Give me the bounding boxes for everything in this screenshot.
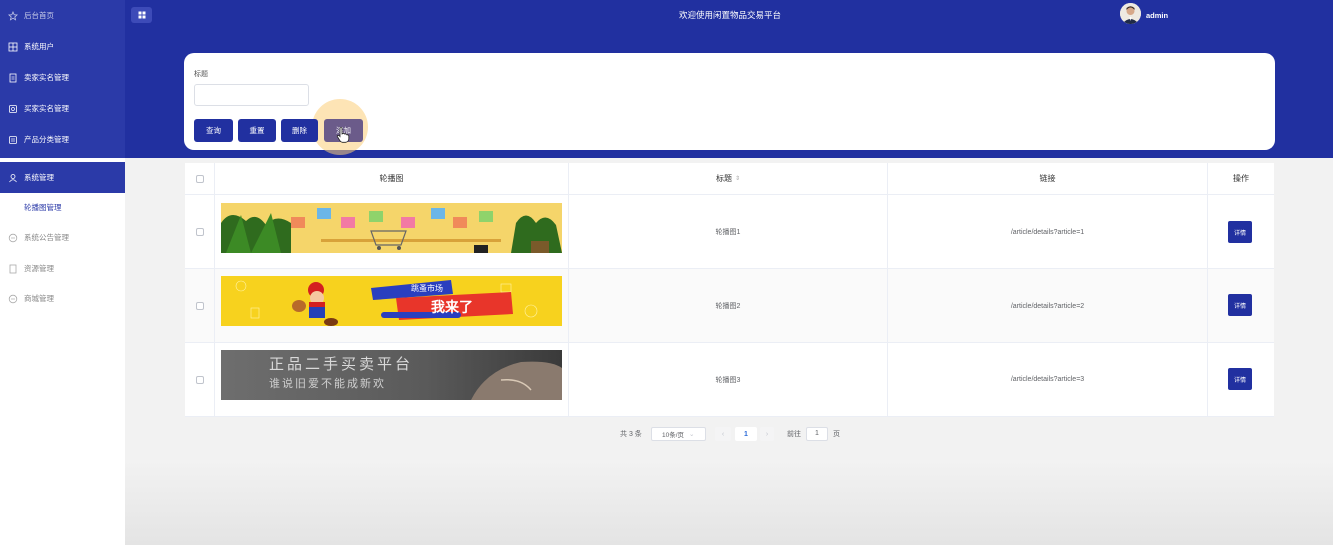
site-title: 欢迎使用闲置物品交易平台 — [678, 10, 781, 20]
chevron-left-icon: ‹ — [721, 430, 725, 438]
banner-big-text: 我来了 — [431, 300, 473, 316]
shopping-cart-banner — [221, 203, 562, 253]
sidebar-item-home[interactable]: 后台首页 — [0, 0, 125, 31]
reset-button[interactable]: 重置 — [238, 119, 276, 142]
prev-page-button[interactable]: ‹ — [715, 427, 731, 441]
hand-cursor-icon — [336, 127, 350, 143]
sidebar-item-buyer-verify[interactable]: 买家实名管理 — [0, 93, 125, 124]
sidebar-item-resources[interactable]: 资源管理 — [0, 253, 125, 284]
chevron-down-icon: ⌄ — [689, 431, 695, 438]
title-label: 标题 — [194, 71, 208, 78]
chevron-right-icon: › — [765, 430, 769, 438]
query-button[interactable]: 查询 — [194, 119, 233, 142]
doc-icon — [8, 104, 18, 114]
sidebar-item-system[interactable]: 系统管理 — [0, 162, 125, 193]
star-icon — [8, 10, 18, 21]
row-checkbox[interactable] — [195, 376, 204, 384]
select-all-header[interactable] — [185, 163, 215, 195]
sidebar-item-mall[interactable]: 商城管理 — [0, 283, 125, 314]
menu-toggle-button[interactable] — [131, 7, 152, 23]
user-icon — [8, 173, 18, 183]
secondhand-platform-banner: 正品二手买卖平台 谁说旧爱不能成新欢 — [221, 350, 562, 400]
row-title: 轮播图2 — [569, 269, 888, 343]
detail-button[interactable]: 详情 — [1228, 368, 1252, 390]
doc-icon — [8, 264, 18, 274]
detail-button[interactable]: 详情 — [1228, 221, 1252, 243]
clock-icon — [8, 233, 18, 243]
banner-title-text: 跳蚤市场 — [411, 283, 443, 293]
row-checkbox[interactable] — [195, 302, 204, 310]
delete-button[interactable]: 删除 — [281, 119, 318, 142]
doc-icon — [8, 135, 18, 145]
column-header-title[interactable]: 标题 ⇕ — [569, 163, 888, 195]
title-search-input[interactable] — [194, 84, 309, 106]
page-number-current[interactable]: 1 — [735, 427, 757, 441]
clock-icon — [8, 294, 18, 304]
sidebar-item-seller-verify[interactable]: 卖家实名管理 — [0, 62, 125, 93]
sidebar-item-users[interactable]: 系统用户 — [0, 31, 125, 62]
grid-icon — [138, 11, 145, 19]
row-link: /article/details?article=3 — [888, 343, 1208, 416]
banner-sub-text: 谁说旧爱不能成新欢 — [269, 376, 386, 390]
row-title: 轮播图1 — [569, 195, 888, 269]
avatar[interactable] — [1120, 3, 1141, 24]
grid-icon — [8, 42, 18, 52]
select-all-checkbox[interactable] — [195, 174, 204, 183]
sidebar-item-notice[interactable]: 系统公告管理 — [0, 222, 125, 253]
page-suffix: 页 — [833, 431, 840, 438]
column-header-image: 轮播图 — [215, 163, 569, 195]
mario-market-banner: 跳蚤市场 我来了 — [221, 276, 562, 326]
row-title: 轮播图3 — [569, 343, 888, 416]
banner-main-text: 正品二手买卖平台 — [269, 355, 413, 373]
next-page-button[interactable]: › — [760, 427, 774, 441]
username[interactable]: admin — [1146, 11, 1168, 20]
doc-icon — [8, 73, 18, 83]
row-link: /article/details?article=2 — [888, 269, 1208, 343]
sidebar-item-carousel[interactable]: 轮播图管理 — [0, 192, 125, 223]
goto-page-input[interactable]: 1 — [806, 427, 828, 441]
column-header-link: 链接 — [888, 163, 1208, 195]
sidebar-item-category[interactable]: 产品分类管理 — [0, 124, 125, 155]
column-header-action: 操作 — [1208, 163, 1274, 195]
row-link: /article/details?article=1 — [888, 195, 1208, 269]
row-checkbox[interactable] — [195, 228, 204, 236]
detail-button[interactable]: 详情 — [1228, 294, 1252, 316]
sort-icon[interactable]: ⇕ — [735, 175, 740, 182]
pagination-total: 共 3 条 — [620, 431, 642, 438]
page-size-select[interactable]: 10条/页 ⌄ — [651, 427, 706, 441]
goto-label: 前往 — [787, 431, 801, 438]
